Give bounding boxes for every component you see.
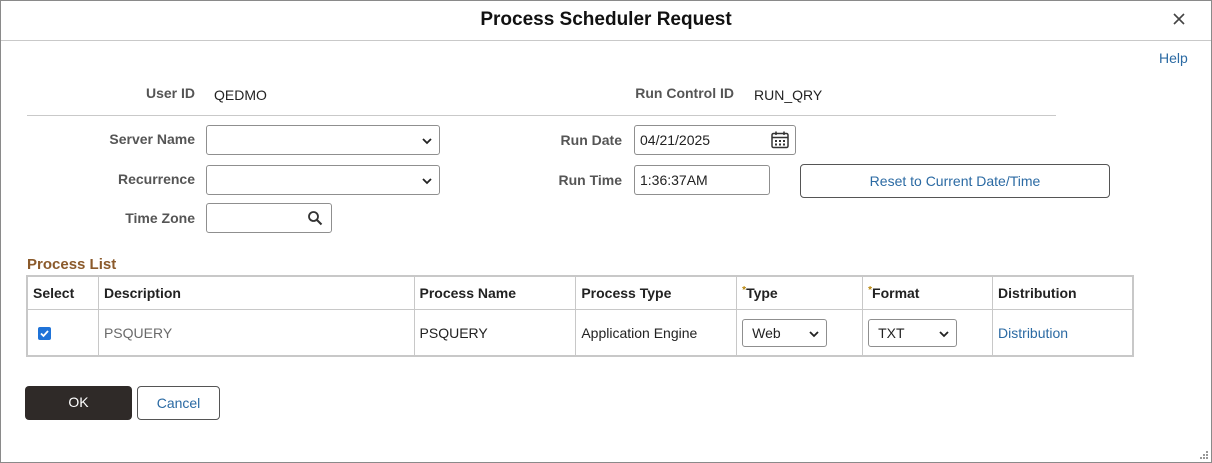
column-header-distribution: Distribution [992,276,1133,310]
search-icon[interactable] [307,210,323,226]
type-select[interactable]: Web [742,318,828,347]
type-cell: Web [736,309,864,356]
column-header-format: *Format [862,276,994,310]
dialog-titlebar: Process Scheduler Request [1,1,1211,41]
close-icon [1173,13,1185,25]
process-list-table: Select Description Process Name Process … [27,276,1133,356]
column-header-format-label: Format [872,285,920,301]
recurrence-select[interactable] [206,165,440,195]
column-header-select: Select [27,276,99,310]
help-link[interactable]: Help [1159,50,1188,66]
format-value: TXT [878,324,905,341]
chevron-down-icon [809,330,819,337]
user-id-value: QEDMO [214,87,267,103]
type-value: Web [752,324,781,341]
ok-button[interactable]: OK [25,386,132,420]
distribution-cell: Distribution [992,309,1133,356]
run-control-id-value: RUN_QRY [754,87,823,103]
server-name-label: Server Name [109,131,195,147]
distribution-link[interactable]: Distribution [998,325,1068,341]
chevron-down-icon [422,178,432,185]
run-time-input[interactable]: 1:36:37AM [634,165,770,195]
chevron-down-icon [939,330,949,337]
run-time-value: 1:36:37AM [640,172,708,188]
run-date-label: Run Date [560,132,622,148]
time-zone-input[interactable] [206,203,332,233]
resize-grip-icon[interactable] [1197,448,1209,460]
run-time-label: Run Time [558,172,622,188]
time-zone-label: Time Zone [125,210,195,226]
table-header-row: Select Description Process Name Process … [27,276,1133,310]
reset-date-time-button[interactable]: Reset to Current Date/Time [800,164,1110,198]
description-cell: PSQUERY [97,309,415,356]
cancel-button[interactable]: Cancel [137,386,220,420]
table-row: PSQUERY PSQUERY Application Engine Web T… [27,309,1133,356]
calendar-icon[interactable] [770,130,790,150]
process-name-cell: PSQUERY [413,309,577,356]
run-date-input[interactable]: 04/21/2025 [634,125,796,155]
format-cell: TXT [862,309,994,356]
column-header-type-label: Type [746,285,778,301]
process-list-title: Process List [27,256,117,273]
header-divider [27,115,1056,116]
recurrence-label: Recurrence [117,171,195,187]
run-date-value: 04/21/2025 [640,132,711,148]
column-header-description: Description [97,276,415,310]
format-select[interactable]: TXT [868,318,958,347]
close-button[interactable] [1167,7,1191,31]
dialog-title: Process Scheduler Request [480,9,732,30]
select-checkbox[interactable] [38,327,51,341]
chevron-down-icon [422,138,432,145]
server-name-select[interactable] [206,125,440,155]
checkmark-icon [40,330,49,338]
column-header-process-name: Process Name [413,276,577,310]
select-cell [27,309,99,356]
process-type-cell: Application Engine [575,309,738,356]
run-control-id-label: Run Control ID [635,85,734,101]
column-header-type: *Type [736,276,864,310]
column-header-process-type: Process Type [575,276,738,310]
process-scheduler-dialog: Process Scheduler Request Help User ID Q… [0,0,1212,463]
user-id-label: User ID [145,85,195,101]
